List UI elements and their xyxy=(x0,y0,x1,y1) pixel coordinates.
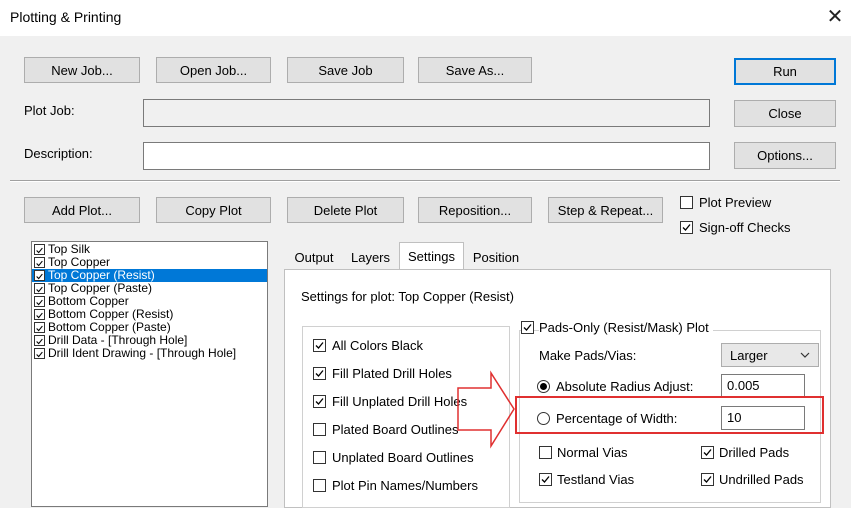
annotation-highlight-box xyxy=(515,396,824,434)
annotation-overlay xyxy=(457,370,824,449)
annotation-arrow-icon xyxy=(457,370,515,449)
